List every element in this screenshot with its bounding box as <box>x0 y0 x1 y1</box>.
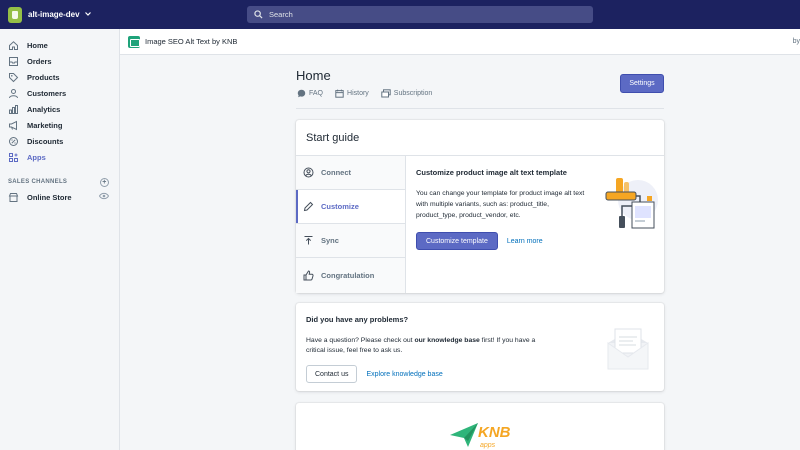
knowledge-base-emphasis: our knowledge base <box>414 337 480 344</box>
home-icon <box>8 40 19 51</box>
sidebar-item-label: Marketing <box>27 120 63 130</box>
thumbs-up-icon <box>303 269 314 281</box>
faq-label: FAQ <box>309 90 324 97</box>
envelope-illustration <box>606 325 652 373</box>
sidebar-item-apps[interactable]: Apps <box>0 149 119 165</box>
support-title: Did you have any problems? <box>306 315 409 324</box>
pencil-icon <box>303 201 314 212</box>
learn-more-link[interactable]: Learn more <box>507 238 543 245</box>
sidebar-item-label: Analytics <box>27 104 61 114</box>
step-customize[interactable]: Customize <box>296 190 405 224</box>
paper-plane-icon <box>450 423 478 447</box>
step-label: Connect <box>321 168 351 177</box>
tag-icon <box>8 72 19 83</box>
add-channel-icon[interactable]: + <box>100 177 109 187</box>
sales-channels-heading: SALES CHANNELS + <box>0 175 119 189</box>
subscription-link[interactable]: Subscription <box>381 89 433 98</box>
app-title: Image SEO Alt Text by KNB <box>145 37 238 46</box>
brand-card: KNB apps <box>296 403 664 450</box>
history-link[interactable]: History <box>335 89 369 98</box>
page-title: Home <box>296 68 331 83</box>
sidebar-nav: Home Orders Products Customers Analytics… <box>0 37 119 165</box>
sidebar-item-label: Discounts <box>27 136 64 146</box>
support-card: Did you have any problems? Have a questi… <box>296 303 664 391</box>
history-label: History <box>347 90 369 97</box>
support-text-start: Have a question? Please check out <box>306 337 415 344</box>
paint-roller-illustration <box>602 176 658 232</box>
search-input[interactable]: Search <box>247 6 593 23</box>
sales-channels-label: SALES CHANNELS <box>8 179 68 185</box>
step-label: Customize <box>321 202 359 211</box>
bar-chart-icon <box>8 104 19 115</box>
start-guide-steps: Connect Customize Sync Congratulation <box>296 156 406 293</box>
faq-link[interactable]: FAQ <box>297 89 323 98</box>
step-congratulation[interactable]: Congratulation <box>296 258 405 292</box>
person-icon <box>8 88 19 99</box>
eye-icon[interactable] <box>98 192 110 202</box>
cards-icon <box>381 89 391 98</box>
main-content: Home FAQ History Subscription Settings S… <box>120 55 800 450</box>
app-header: Image SEO Alt Text by KNB by <box>120 29 800 55</box>
sidebar-item-analytics[interactable]: Analytics <box>0 101 119 117</box>
settings-button[interactable]: Settings <box>620 74 664 93</box>
app-by-text: by <box>792 38 800 45</box>
support-text: Have a question? Please check out our kn… <box>306 336 542 356</box>
shopify-bag-icon <box>8 6 22 23</box>
megaphone-icon <box>8 120 19 131</box>
top-bar: alt-image-dev Search <box>0 0 800 29</box>
contact-us-button[interactable]: Contact us <box>306 365 358 383</box>
sidebar-item-marketing[interactable]: Marketing <box>0 117 119 133</box>
store-name: alt-image-dev <box>28 10 80 19</box>
sidebar-item-customers[interactable]: Customers <box>0 85 119 101</box>
sidebar-item-discounts[interactable]: Discounts <box>0 133 119 149</box>
step-description: You can change your template for product… <box>416 190 585 219</box>
chat-icon <box>297 89 306 98</box>
sidebar-item-label: Orders <box>27 56 52 66</box>
user-circle-icon <box>303 167 314 178</box>
apps-icon <box>8 152 19 163</box>
start-guide-title: Start guide <box>306 132 360 144</box>
store-switcher[interactable]: alt-image-dev <box>8 6 92 23</box>
orders-icon <box>8 56 19 67</box>
search-placeholder: Search <box>269 10 293 19</box>
discount-icon <box>8 136 19 147</box>
knb-logo: KNB apps <box>448 413 518 450</box>
sidebar-item-orders[interactable]: Orders <box>0 53 119 69</box>
support-actions: Contact us Explore knowledge base <box>306 365 443 383</box>
step-label: Sync <box>321 236 339 245</box>
step-label: Congratulation <box>321 270 375 280</box>
customize-template-button[interactable]: Customize template <box>416 232 498 250</box>
logo-text: KNB <box>478 424 511 441</box>
explore-knowledge-base-link[interactable]: Explore knowledge base <box>366 371 442 378</box>
chevron-down-icon <box>84 10 92 20</box>
sidebar-item-label: Products <box>27 72 60 82</box>
upload-icon <box>303 235 314 246</box>
sidebar-item-label: Customers <box>27 88 67 98</box>
sidebar-item-label: Apps <box>27 152 46 162</box>
step-connect[interactable]: Connect <box>296 156 405 190</box>
subscription-label: Subscription <box>393 90 433 97</box>
calendar-icon <box>335 89 344 98</box>
start-guide-card: Start guide Connect Customize Sync Congr… <box>296 120 664 293</box>
app-logo-icon <box>128 35 140 48</box>
store-icon <box>8 192 19 203</box>
search-icon <box>254 10 263 19</box>
step-sync[interactable]: Sync <box>296 224 405 258</box>
sidebar: Home Orders Products Customers Analytics… <box>0 29 120 450</box>
online-store-label: Online Store <box>27 192 72 202</box>
sidebar-item-products[interactable]: Products <box>0 69 119 85</box>
sidebar-item-home[interactable]: Home <box>0 37 119 53</box>
page-actions: FAQ History Subscription <box>297 89 444 98</box>
logo-subtext: apps <box>480 442 496 449</box>
step-actions: Customize template Learn more <box>416 232 656 250</box>
sidebar-item-label: Home <box>27 40 48 50</box>
header-divider <box>296 108 664 109</box>
sidebar-item-online-store[interactable]: Online Store <box>0 189 119 205</box>
